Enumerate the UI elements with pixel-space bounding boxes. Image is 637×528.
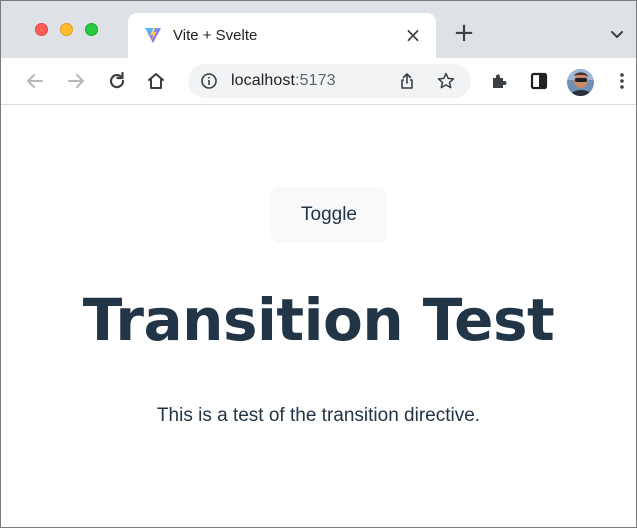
- url-port: :5173: [295, 72, 336, 89]
- info-icon[interactable]: [200, 72, 218, 90]
- window-minimize-button[interactable]: [60, 23, 73, 36]
- vite-logo-icon: [145, 27, 161, 43]
- chevron-down-icon[interactable]: [608, 25, 626, 43]
- share-icon[interactable]: [398, 72, 416, 90]
- tab-close-icon[interactable]: ×: [402, 24, 424, 46]
- browser-window: Vite + Svelte × + localhost:5173 Toggle …: [0, 0, 637, 528]
- kebab-menu-icon[interactable]: [611, 70, 633, 92]
- url-host: localhost: [231, 72, 296, 89]
- url-text[interactable]: localhost:5173: [231, 72, 336, 90]
- address-bar[interactable]: localhost:5173: [188, 64, 471, 98]
- new-tab-button[interactable]: +: [452, 20, 476, 46]
- toggle-button[interactable]: Toggle: [271, 187, 387, 243]
- back-arrow-icon[interactable]: [24, 70, 46, 92]
- tab-title: Vite + Svelte: [173, 27, 258, 44]
- side-panel-icon[interactable]: [528, 70, 550, 92]
- forward-arrow-icon[interactable]: [65, 70, 87, 92]
- browser-toolbar: localhost:5173: [1, 58, 636, 105]
- window-close-button[interactable]: [35, 23, 48, 36]
- window-zoom-button[interactable]: [85, 23, 98, 36]
- browser-tab-active[interactable]: Vite + Svelte ×: [128, 13, 436, 58]
- page-title: Transition Test: [82, 286, 555, 354]
- puzzle-icon[interactable]: [488, 70, 510, 92]
- description-text: This is a test of the transition directi…: [156, 405, 481, 426]
- reload-icon[interactable]: [106, 70, 128, 92]
- avatar[interactable]: [567, 69, 594, 96]
- home-icon[interactable]: [145, 70, 167, 92]
- tab-strip: Vite + Svelte × +: [1, 1, 636, 58]
- page-content: Toggle Transition Test This is a test of…: [1, 105, 636, 527]
- star-icon[interactable]: [436, 71, 456, 91]
- avatar-image: [567, 69, 594, 96]
